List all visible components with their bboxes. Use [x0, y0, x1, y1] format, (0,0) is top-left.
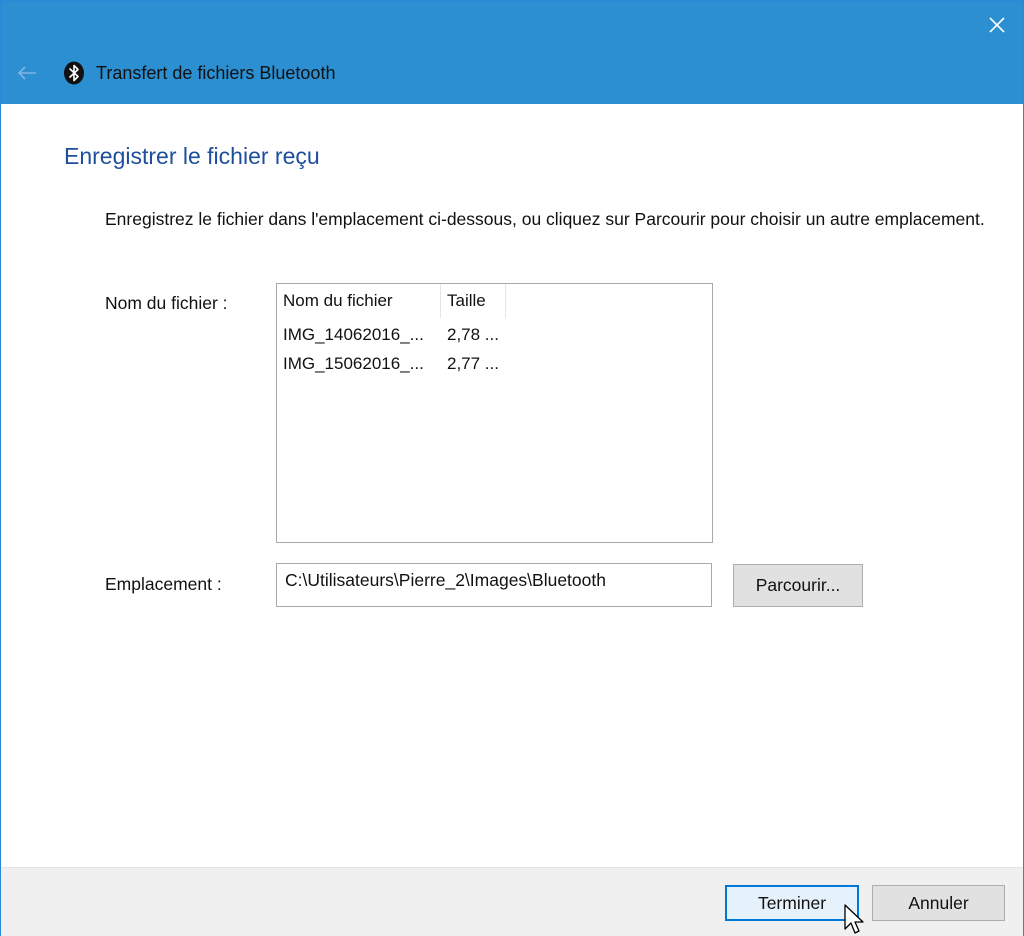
- window-title: Transfert de fichiers Bluetooth: [96, 63, 336, 83]
- back-button[interactable]: [13, 59, 41, 87]
- dialog-footer: Terminer Annuler: [1, 867, 1023, 936]
- file-name-cell: IMG_14062016_...: [283, 325, 424, 344]
- filename-label: Nom du fichier :: [105, 293, 228, 313]
- file-name-cell: IMG_15062016_...: [283, 354, 424, 373]
- back-arrow-icon: [17, 66, 36, 80]
- file-size-cell: 2,77 ...: [447, 354, 499, 373]
- column-header-name[interactable]: Nom du fichier: [277, 284, 441, 318]
- cancel-button[interactable]: Annuler: [872, 885, 1005, 921]
- location-label: Emplacement :: [105, 574, 222, 594]
- finish-button[interactable]: Terminer: [725, 885, 859, 921]
- browse-button[interactable]: Parcourir...: [733, 564, 863, 607]
- close-button[interactable]: [981, 9, 1013, 41]
- file-row[interactable]: IMG_14062016_... 2,78 ...: [277, 320, 712, 350]
- page-heading: Enregistrer le fichier reçu: [64, 143, 320, 169]
- file-list[interactable]: Nom du fichier Taille IMG_14062016_... 2…: [276, 283, 713, 543]
- close-icon: [989, 17, 1005, 33]
- bluetooth-transfer-window: Transfert de fichiers Bluetooth Enregist…: [0, 0, 1024, 936]
- file-size-cell: 2,78 ...: [447, 325, 499, 344]
- column-header-size[interactable]: Taille: [441, 284, 506, 318]
- bluetooth-icon: [64, 61, 84, 85]
- location-input[interactable]: C:\Utilisateurs\Pierre_2\Images\Bluetoot…: [276, 563, 712, 607]
- title-bar: Transfert de fichiers Bluetooth: [1, 1, 1023, 104]
- instructions-text: Enregistrez le fichier dans l'emplacemen…: [105, 209, 985, 229]
- file-row[interactable]: IMG_15062016_... 2,77 ...: [277, 349, 712, 379]
